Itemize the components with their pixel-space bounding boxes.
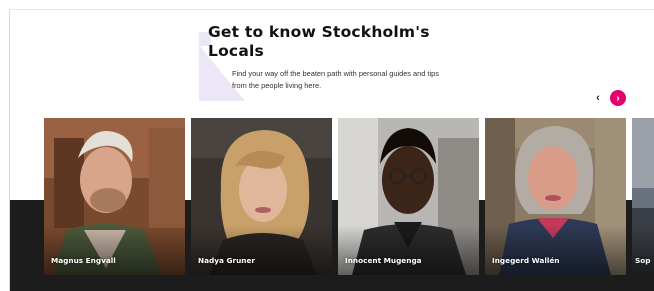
- card-gradient: [632, 225, 654, 275]
- chevron-right-icon: ›: [616, 92, 620, 104]
- local-card-ingegerd[interactable]: Ingegerd Wallén: [485, 118, 626, 275]
- local-name: Innocent Mugenga: [345, 256, 422, 265]
- card-gradient: [191, 225, 332, 275]
- carousel-prev-button[interactable]: ‹: [591, 91, 605, 105]
- locals-section: Get to know Stockholm's Locals Find your…: [10, 10, 654, 291]
- chevron-left-icon: ‹: [596, 92, 600, 104]
- local-name: Ingegerd Wallén: [492, 256, 560, 265]
- card-gradient: [44, 225, 185, 275]
- local-card-nadya[interactable]: Nadya Gruner: [191, 118, 332, 275]
- card-gradient: [485, 225, 626, 275]
- local-name: Sop: [635, 256, 651, 265]
- card-gradient: [338, 225, 479, 275]
- section-subtitle: Find your way off the beaten path with p…: [232, 69, 439, 90]
- local-name: Nadya Gruner: [198, 256, 255, 265]
- local-card-magnus[interactable]: Magnus Engvall: [44, 118, 185, 275]
- section-title: Get to know Stockholm's Locals: [208, 23, 430, 60]
- local-name: Magnus Engvall: [51, 256, 116, 265]
- local-card-innocent[interactable]: Innocent Mugenga: [338, 118, 479, 275]
- carousel-next-button[interactable]: ›: [610, 90, 626, 106]
- local-card-partial[interactable]: Sop: [632, 118, 654, 275]
